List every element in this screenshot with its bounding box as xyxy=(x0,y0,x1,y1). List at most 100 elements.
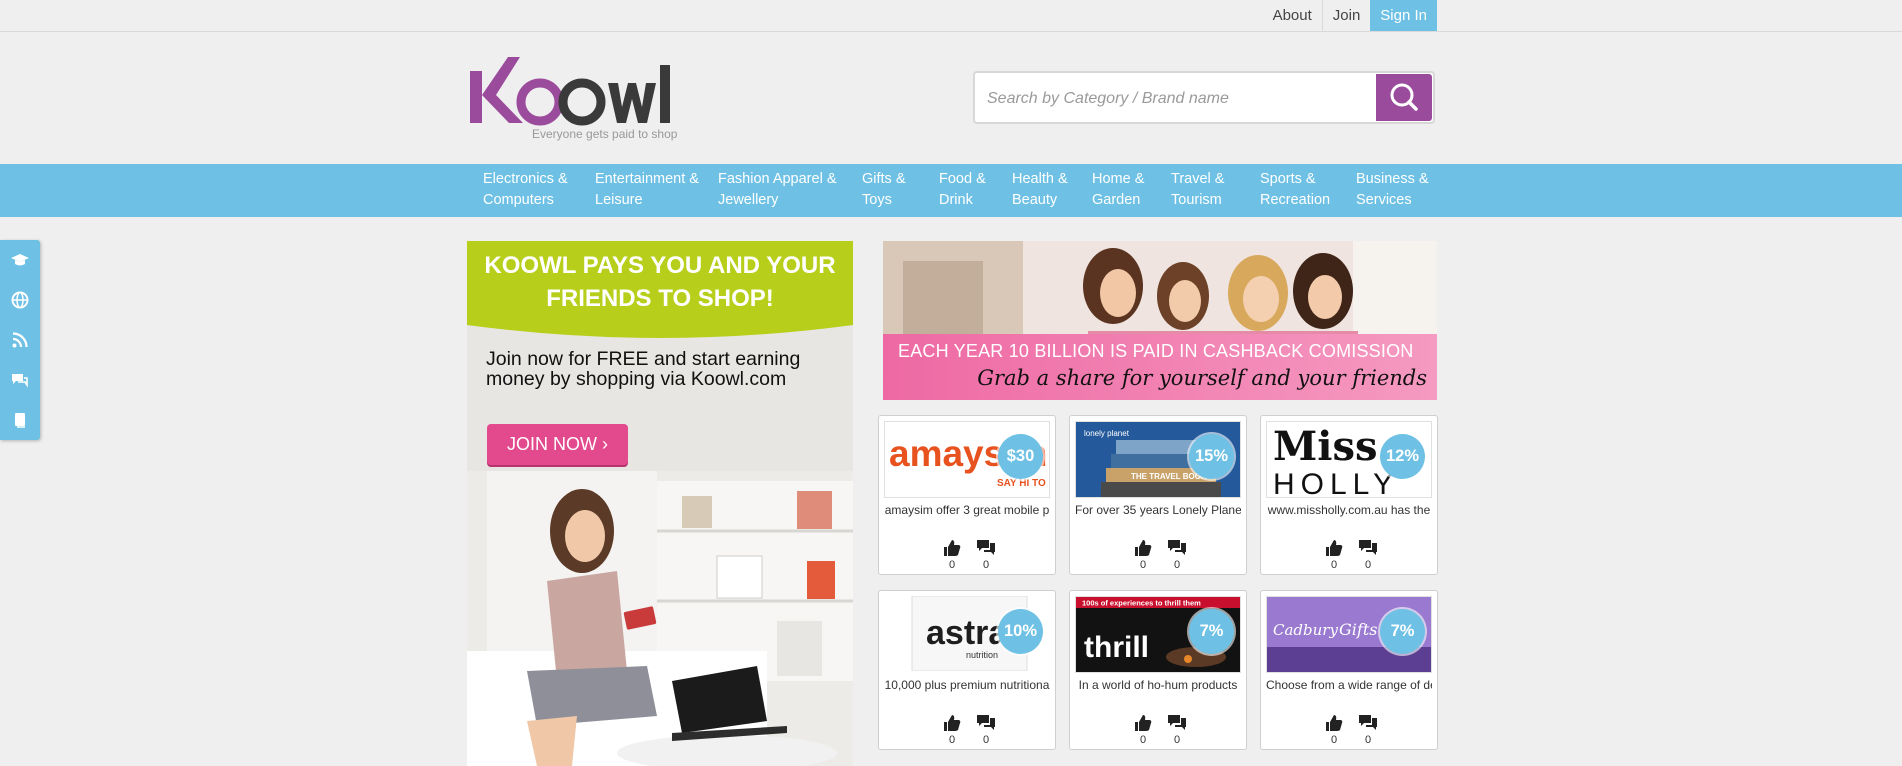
search-icon xyxy=(1390,83,1418,111)
nav-food[interactable]: Food & Drink xyxy=(939,169,986,211)
nav-label: Gifts & xyxy=(862,171,906,187)
join-link[interactable]: Join xyxy=(1321,0,1371,31)
cashback-badge: 15% xyxy=(1189,434,1234,479)
nav-label: Business & xyxy=(1356,171,1429,187)
comment-count: 0 xyxy=(982,734,990,746)
deal-card-amaysim[interactable]: amaysim SAY HI TO MORE $30 amaysim offer… xyxy=(878,415,1056,575)
thumbs-up-icon[interactable] xyxy=(1324,538,1344,558)
nav-label: Travel & xyxy=(1171,171,1225,187)
rss-icon[interactable] xyxy=(10,330,30,350)
banner-tagline: Grab a share for yourself and your frien… xyxy=(977,366,1427,390)
thumbs-up-icon[interactable] xyxy=(1133,538,1153,558)
brand-subtext: nutrition xyxy=(966,650,998,660)
comment-icon[interactable] xyxy=(1167,713,1187,733)
deal-card-astra[interactable]: astra nutrition 10% 10,000 plus premium … xyxy=(878,590,1056,750)
nav-label: Drink xyxy=(939,192,973,208)
brand-wordmark: Cadbury xyxy=(1273,621,1338,639)
deal-card-cadbury-gifts[interactable]: Cadbury Gifts 7% Choose from a wide rang… xyxy=(1260,590,1438,750)
comment-icon[interactable] xyxy=(1167,538,1187,558)
graduation-cap-icon[interactable] xyxy=(10,250,30,270)
nav-label: Electronics & xyxy=(483,171,568,187)
nav-label: Health & xyxy=(1012,171,1068,187)
like-count: 0 xyxy=(948,734,956,746)
cashback-badge: 7% xyxy=(1380,609,1425,654)
join-now-label: JOIN NOW xyxy=(506,434,597,454)
cashback-badge: 10% xyxy=(998,609,1043,654)
book-icon[interactable] xyxy=(10,410,30,430)
deal-description: amaysim offer 3 great mobile p xyxy=(884,503,1050,517)
deal-description: In a world of ho-hum products xyxy=(1078,678,1238,692)
nav-label: Tourism xyxy=(1171,192,1222,208)
brand-wordmark: lonely planet xyxy=(1084,429,1130,438)
deal-description: www.missholly.com.au has the xyxy=(1267,503,1431,517)
brand-subtext: Gifts xyxy=(1339,620,1377,639)
chat-icon[interactable] xyxy=(10,370,30,390)
brand-wordmark: thrill xyxy=(1084,631,1149,664)
thumbs-up-icon[interactable] xyxy=(942,713,962,733)
thumbs-up-icon[interactable] xyxy=(942,538,962,558)
side-toolbar xyxy=(0,240,40,440)
nav-label: Services xyxy=(1356,192,1412,208)
brand-subtext: SAY HI TO MORE xyxy=(997,478,1049,489)
like-count: 0 xyxy=(948,559,956,571)
nav-label: Computers xyxy=(483,192,554,208)
cashback-badge: $30 xyxy=(998,434,1043,479)
nav-label: Garden xyxy=(1092,192,1141,208)
cashback-banner[interactable]: EACH YEAR 10 BILLION IS PAID IN CASHBACK… xyxy=(883,241,1437,400)
search-button[interactable] xyxy=(1376,74,1432,121)
brand-subtext: THE TRAVEL BOOK xyxy=(1131,472,1207,481)
nav-label: Leisure xyxy=(595,192,643,208)
nav-label: Food & xyxy=(939,171,986,187)
comment-count: 0 xyxy=(1364,734,1372,746)
cashback-badge: 12% xyxy=(1380,434,1425,479)
chevron-right-icon: › xyxy=(602,434,608,454)
nav-home[interactable]: Home & Garden xyxy=(1092,169,1144,211)
globe-icon[interactable] xyxy=(10,290,30,310)
deal-description: Choose from a wide range of de xyxy=(1266,678,1432,692)
comment-icon[interactable] xyxy=(976,713,996,733)
comment-count: 0 xyxy=(1364,559,1372,571)
brand-subtext: 100s of experiences to thrill them xyxy=(1082,599,1201,608)
comment-count: 0 xyxy=(1173,734,1181,746)
thumbs-up-icon[interactable] xyxy=(1133,713,1153,733)
comment-count: 0 xyxy=(982,559,990,571)
nav-label: Entertainment & xyxy=(595,171,699,187)
join-promo: KOOWL PAYS YOU AND YOUR FRIENDS TO SHOP!… xyxy=(467,241,853,766)
nav-business[interactable]: Business & Services xyxy=(1356,169,1429,211)
nav-entertainment[interactable]: Entertainment & Leisure xyxy=(595,169,699,211)
nav-label: Beauty xyxy=(1012,192,1058,208)
top-bar: About Join Sign In xyxy=(0,0,1902,32)
nav-label: Home & xyxy=(1092,171,1145,187)
brand-subtext: HOLLY xyxy=(1273,468,1399,497)
about-link[interactable]: About xyxy=(1263,0,1322,31)
nav-label: Fashion Apparel & xyxy=(718,171,837,187)
deal-description: For over 35 years Lonely Plane xyxy=(1075,503,1241,517)
account-links: About Join Sign In xyxy=(1263,0,1437,31)
brand-wordmark: astra xyxy=(926,614,1008,652)
deal-card-gifts-that-thrill[interactable]: 100s of experiences to thrill them thril… xyxy=(1069,590,1247,750)
deal-card-miss-holly[interactable]: Miss HOLLY 12% www.missholly.com.au has … xyxy=(1260,415,1438,575)
nav-label: Jewellery xyxy=(718,192,779,208)
banner-headline: EACH YEAR 10 BILLION IS PAID IN CASHBACK… xyxy=(898,341,1414,361)
category-nav: Electronics & Computers Entertainment & Le… xyxy=(0,164,1902,217)
search-bar xyxy=(973,71,1435,124)
thumbs-up-icon[interactable] xyxy=(1324,713,1344,733)
join-now-button[interactable]: JOIN NOW › xyxy=(487,424,628,465)
nav-sports[interactable]: Sports & Recreation xyxy=(1260,169,1330,211)
nav-health[interactable]: Health & Beauty xyxy=(1012,169,1068,211)
nav-gifts[interactable]: Gifts & Toys xyxy=(862,169,906,211)
sign-in-button[interactable]: Sign In xyxy=(1370,0,1437,31)
search-input[interactable] xyxy=(985,73,1369,124)
deal-description: 10,000 plus premium nutritiona xyxy=(884,678,1050,692)
nav-electronics[interactable]: Electronics & Computers xyxy=(483,169,568,211)
comment-icon[interactable] xyxy=(976,538,996,558)
comment-icon[interactable] xyxy=(1358,713,1378,733)
like-count: 0 xyxy=(1139,559,1147,571)
promo-title-line: KOOWL PAYS YOU AND YOUR xyxy=(484,252,836,279)
like-count: 0 xyxy=(1139,734,1147,746)
nav-fashion[interactable]: Fashion Apparel & Jewellery xyxy=(718,169,837,211)
deal-card-lonely-planet[interactable]: lonely planet THE TRAVEL BOOK 15% For ov… xyxy=(1069,415,1247,575)
nav-travel[interactable]: Travel & Tourism xyxy=(1171,169,1224,211)
nav-label: Sports & xyxy=(1260,171,1316,187)
comment-icon[interactable] xyxy=(1358,538,1378,558)
